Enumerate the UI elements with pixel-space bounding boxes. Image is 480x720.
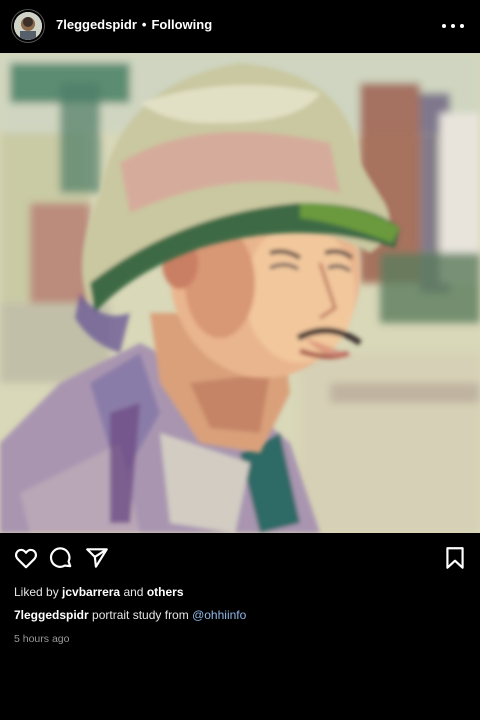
likes-others-link[interactable]: others xyxy=(147,585,184,599)
comment-icon[interactable] xyxy=(48,545,74,571)
post-caption: 7leggedspidr portrait study from @ohhiin… xyxy=(14,608,246,622)
header-text: 7leggedspidr • Following xyxy=(56,17,212,32)
likes-conjunction: and xyxy=(123,585,144,599)
following-button[interactable]: Following xyxy=(151,17,212,32)
send-icon[interactable] xyxy=(84,545,110,571)
caption-mention-link[interactable]: @ohhiinfo xyxy=(192,608,246,622)
avatar-image xyxy=(14,12,42,40)
post-image[interactable] xyxy=(0,53,480,533)
more-dot xyxy=(460,24,464,28)
heart-icon[interactable] xyxy=(13,545,39,571)
more-dot xyxy=(442,24,446,28)
separator-dot: • xyxy=(141,17,147,32)
action-bar xyxy=(0,545,480,575)
post-timestamp: 5 hours ago xyxy=(14,633,70,645)
likes-summary: Liked by jcvbarrera and others xyxy=(14,585,184,599)
more-options-icon[interactable] xyxy=(442,16,464,36)
portrait-painting xyxy=(0,53,480,533)
username-link[interactable]: 7leggedspidr xyxy=(56,17,137,32)
post-header: 7leggedspidr • Following xyxy=(0,0,480,52)
more-dot xyxy=(451,24,455,28)
likes-prefix: Liked by xyxy=(14,585,59,599)
caption-text: portrait study from xyxy=(92,608,189,622)
bookmark-icon[interactable] xyxy=(442,545,468,571)
caption-username-link[interactable]: 7leggedspidr xyxy=(14,608,89,622)
liker-username-link[interactable]: jcvbarrera xyxy=(62,585,120,599)
avatar[interactable] xyxy=(14,12,42,40)
